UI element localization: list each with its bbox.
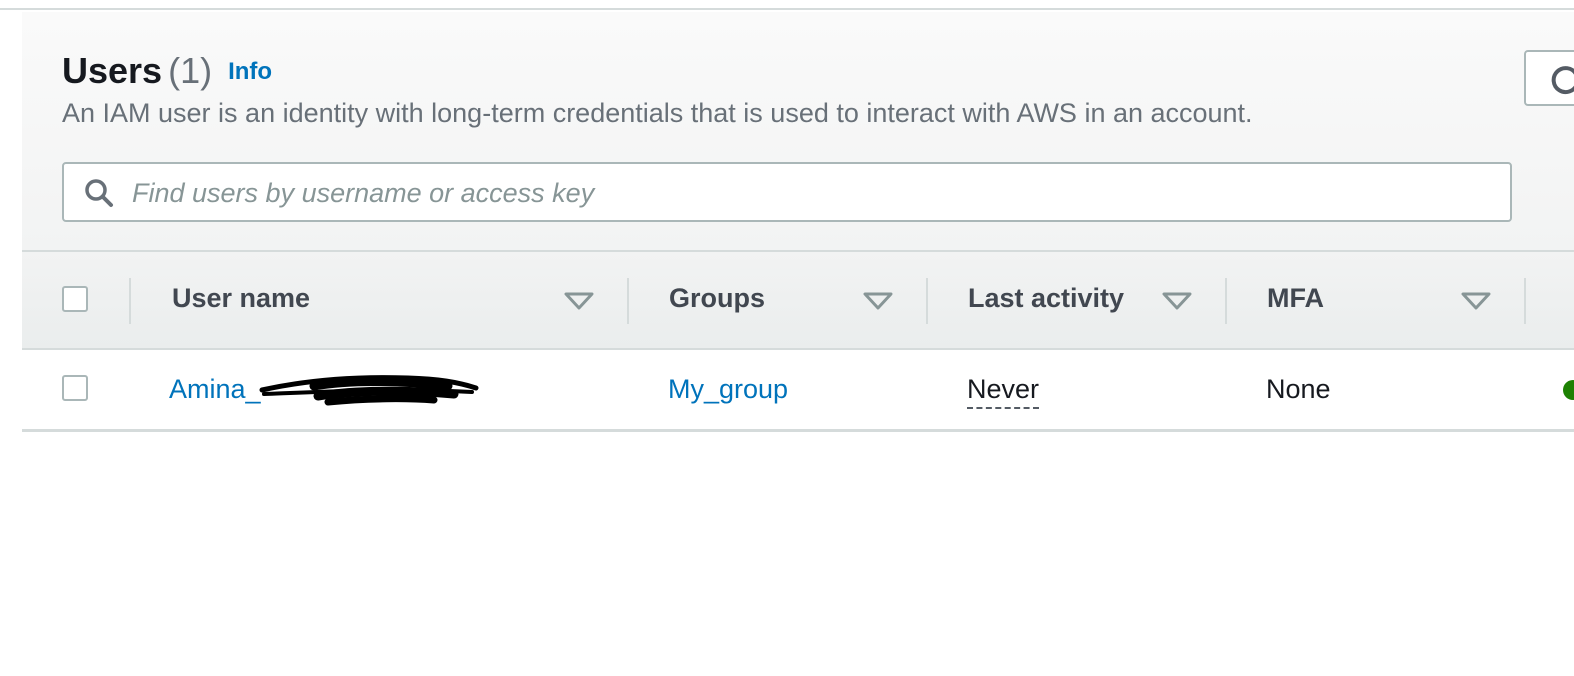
column-divider (1524, 278, 1526, 324)
caret-down-icon[interactable] (564, 292, 594, 310)
column-divider (1225, 278, 1227, 324)
search-input[interactable] (130, 170, 1494, 216)
search-box[interactable] (62, 162, 1512, 222)
redaction-scribble (259, 375, 479, 406)
page-title: Users (62, 50, 163, 91)
column-divider (627, 278, 629, 324)
column-divider (129, 278, 131, 324)
column-header-mfa[interactable]: MFA (1267, 283, 1324, 314)
refresh-button[interactable] (1524, 50, 1574, 106)
user-count: (1) (168, 50, 213, 91)
mfa-value: None (1266, 374, 1331, 404)
top-divider (0, 0, 1574, 10)
search-icon (85, 179, 113, 207)
info-link[interactable]: Info (228, 58, 272, 85)
column-header-groups[interactable]: Groups (669, 283, 765, 314)
status-ok-icon (1563, 380, 1574, 400)
last-activity-value[interactable]: Never (967, 374, 1040, 409)
panel-header: Users (1) Info An IAM user is an identity … (22, 12, 1574, 252)
column-divider (926, 278, 928, 324)
caret-down-icon[interactable] (1162, 292, 1192, 310)
column-header-last-activity[interactable]: Last activity (968, 283, 1124, 314)
table-header: User name Groups Last activity MFA (22, 252, 1574, 350)
group-link[interactable]: My_group (668, 374, 788, 405)
column-header-user-name[interactable]: User name (172, 283, 310, 314)
user-name-link[interactable]: Amina_ (169, 374, 261, 405)
title-row: Users (1) Info (62, 50, 272, 92)
table-row[interactable]: Amina_ My_group Never None (22, 350, 1574, 432)
caret-down-icon[interactable] (1461, 292, 1491, 310)
refresh-icon (1551, 66, 1574, 95)
page-description: An IAM user is an identity with long-ter… (62, 98, 1253, 128)
row-checkbox[interactable] (62, 375, 88, 401)
users-panel: Users (1) Info An IAM user is an identity … (22, 12, 1574, 432)
caret-down-icon[interactable] (863, 292, 893, 310)
select-all-checkbox[interactable] (62, 286, 88, 312)
